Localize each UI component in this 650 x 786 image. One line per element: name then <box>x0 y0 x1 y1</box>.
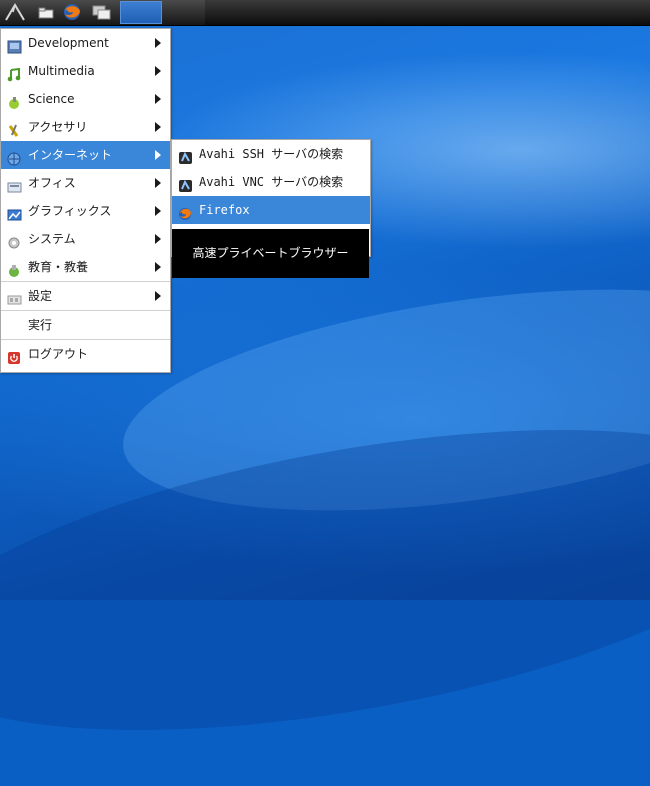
menu-item-accessories[interactable]: アクセサリ <box>1 113 170 141</box>
menu-item-education[interactable]: 教育・教養 <box>1 253 170 281</box>
development-icon <box>7 36 22 54</box>
top-panel <box>0 0 650 26</box>
science-icon <box>7 92 22 109</box>
submenu-arrow-icon <box>155 206 161 216</box>
menu-item-label: Development <box>28 36 109 50</box>
accessories-icon <box>7 120 22 137</box>
menu-item-multimedia[interactable]: Multimedia <box>1 57 170 85</box>
menu-item-science[interactable]: Science <box>1 85 170 113</box>
submenu-item-avahi-ssh[interactable]: Avahi SSH サーバの検索 <box>172 140 370 168</box>
office-icon <box>7 176 22 193</box>
menu-item-system[interactable]: システム <box>1 225 170 253</box>
system-icon <box>7 232 22 249</box>
submenu-item-label: Firefox <box>199 203 250 217</box>
graphics-icon <box>7 204 22 221</box>
application-menu: Development Multimedia Science アクセサリ インタ… <box>0 28 171 373</box>
menu-item-label: 教育・教養 <box>28 260 89 274</box>
menu-item-label: 実行 <box>28 318 53 332</box>
menu-item-label: オフィス <box>28 176 76 190</box>
menu-item-label: システム <box>28 232 76 246</box>
avahi-icon <box>178 147 193 164</box>
preferences-icon <box>7 289 22 305</box>
menu-item-label: ログアウト <box>28 347 89 361</box>
submenu-arrow-icon <box>155 66 161 76</box>
submenu-arrow-icon <box>155 150 161 160</box>
submenu-arrow-icon <box>155 178 161 188</box>
lxde-menu-icon[interactable] <box>4 2 26 22</box>
menu-item-label: アクセサリ <box>28 120 88 134</box>
firefox-icon <box>178 203 193 220</box>
submenu-item-firefox[interactable]: Firefox <box>172 196 370 224</box>
menu-item-label: Multimedia <box>28 64 95 78</box>
menu-item-label: インターネット <box>28 148 113 162</box>
menu-item-development[interactable]: Development <box>1 29 170 57</box>
firefox-icon[interactable] <box>61 2 83 22</box>
submenu-arrow-icon <box>155 262 161 272</box>
file-manager-icon[interactable] <box>36 2 58 22</box>
submenu-item-avahi-vnc[interactable]: Avahi VNC サーバの検索 <box>172 168 370 196</box>
internet-icon <box>7 148 22 166</box>
submenu-arrow-icon <box>155 122 161 132</box>
menu-item-run[interactable]: 実行 <box>1 311 170 339</box>
submenu-arrow-icon <box>155 234 161 244</box>
taskbar-button[interactable] <box>120 1 162 24</box>
avahi-icon <box>178 175 193 192</box>
menu-item-label: 設定 <box>28 289 53 303</box>
submenu-arrow-icon <box>155 291 161 301</box>
submenu-item-label: Avahi VNC サーバの検索 <box>199 175 344 189</box>
multimedia-icon <box>7 64 22 82</box>
submenu-arrow-icon <box>155 38 161 48</box>
submenu-item-label: Avahi SSH サーバの検索 <box>199 147 344 161</box>
menu-item-label: グラフィックス <box>28 204 112 218</box>
menu-item-office[interactable]: オフィス <box>1 169 170 197</box>
submenu-arrow-icon <box>155 94 161 104</box>
menu-item-logout[interactable]: ログアウト <box>1 340 170 368</box>
menu-item-label: Science <box>28 92 75 106</box>
menu-item-internet[interactable]: インターネット <box>1 141 170 169</box>
show-desktop-icon[interactable] <box>91 2 113 22</box>
menu-item-graphics[interactable]: グラフィックス <box>1 197 170 225</box>
menu-item-preferences[interactable]: 設定 <box>1 282 170 310</box>
education-icon <box>7 260 22 277</box>
logout-icon <box>7 347 22 364</box>
tooltip: 高速プライベートブラウザー <box>172 229 369 278</box>
